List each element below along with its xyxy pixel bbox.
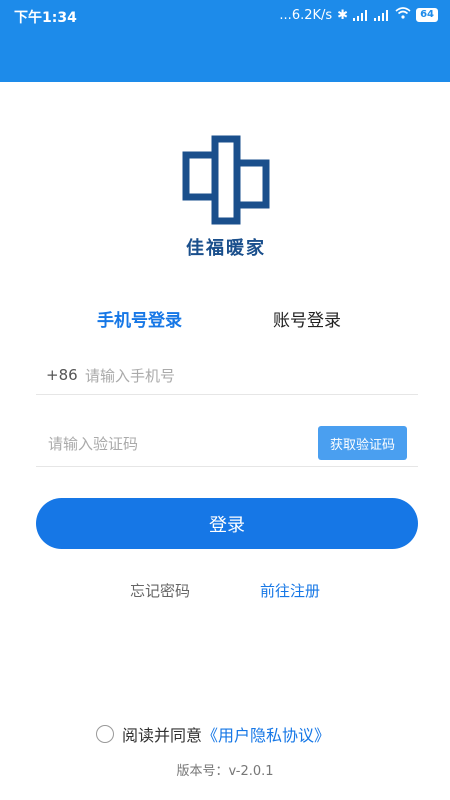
battery-icon: 64	[416, 8, 438, 22]
phone-field: +86	[36, 356, 418, 395]
status-time: 下午1:34	[14, 10, 77, 26]
app-logo	[182, 135, 270, 225]
agreement-text: 阅读并同意	[122, 726, 203, 745]
status-bar: 下午1:34 ...6.2K/s ✱ 64	[0, 0, 450, 32]
code-field: 获取验证码	[36, 424, 418, 467]
bluetooth-icon: ✱	[337, 7, 349, 23]
status-bar-background: 下午1:34 ...6.2K/s ✱ 64	[0, 0, 450, 82]
signal-icon	[353, 9, 369, 21]
register-link[interactable]: 前往注册	[260, 580, 320, 601]
agreement-checkbox[interactable]	[96, 725, 114, 743]
forgot-password-link[interactable]: 忘记密码	[130, 580, 190, 601]
brand-name: 佳福暖家	[186, 238, 266, 259]
login-button[interactable]: 登录	[36, 498, 418, 549]
get-code-button[interactable]: 获取验证码	[318, 426, 407, 460]
version-label: 版本号：v-2.0.1	[176, 764, 274, 779]
agreement-row: 阅读并同意 《用户隐私协议》	[96, 722, 330, 746]
tab-account-login[interactable]: 账号登录	[273, 306, 341, 331]
phone-input[interactable]	[83, 364, 387, 388]
country-code[interactable]: +86	[46, 366, 78, 384]
wifi-icon	[395, 7, 411, 23]
signal-icon-2	[374, 9, 390, 21]
network-speed: ...6.2K/s	[279, 7, 333, 23]
status-indicators: ...6.2K/s ✱ 64	[279, 7, 438, 23]
tab-phone-login[interactable]: 手机号登录	[97, 306, 182, 331]
code-input[interactable]	[46, 432, 310, 456]
privacy-policy-link[interactable]: 《用户隐私协议》	[202, 722, 330, 746]
